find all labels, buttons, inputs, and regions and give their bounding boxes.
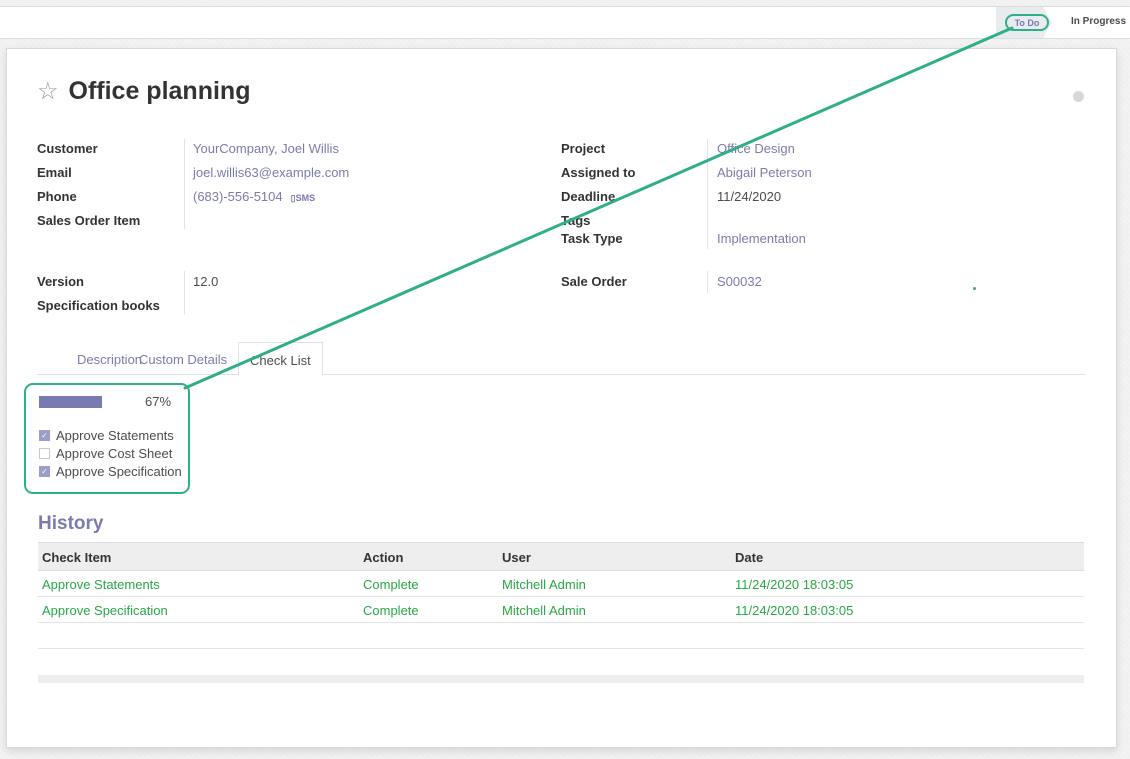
project-label: Project	[561, 141, 606, 156]
tags-label: Tags	[561, 213, 591, 228]
cell-action: Complete	[363, 603, 419, 618]
highlight-box	[24, 383, 190, 494]
cell-check-item: Approve Specification	[42, 603, 168, 618]
sms-label: SMS	[295, 193, 316, 203]
tab-custom-details[interactable]: Custom Details	[139, 342, 227, 375]
title-row: ☆ Office planning	[37, 77, 250, 106]
notebook-tabs: Description Custom Details Check List	[37, 342, 1085, 376]
history-title: History	[38, 513, 104, 534]
column-action[interactable]: Action	[363, 550, 403, 565]
table-row[interactable]: Approve Statements Complete Mitchell Adm…	[38, 571, 1084, 597]
cell-date: 11/24/2020 18:03:05	[735, 577, 854, 592]
task-type-label: Task Type	[561, 231, 623, 246]
form-sheet: ☆ Office planning Customer Email Phone S…	[6, 48, 1117, 748]
table-row-empty	[38, 623, 1084, 649]
field-separator	[707, 139, 708, 249]
sale-order-value[interactable]: S00032	[717, 274, 762, 289]
sms-button[interactable]: ▯SMS	[291, 193, 315, 203]
email-label: Email	[37, 165, 72, 180]
version-label: Version	[37, 274, 84, 289]
phone-value[interactable]: (683)-556-5104 ▯SMS	[193, 189, 315, 204]
spec-books-label: Specification books	[37, 298, 160, 313]
customer-label: Customer	[37, 141, 98, 156]
table-header: Check Item Action User Date	[38, 542, 1084, 571]
table-row[interactable]: Approve Specification Complete Mitchell …	[38, 597, 1084, 623]
cell-date: 11/24/2020 18:03:05	[735, 603, 854, 618]
kanban-state-dot[interactable]	[1073, 91, 1084, 102]
table-footer	[38, 675, 1084, 683]
deadline-value[interactable]: 11/24/2020	[717, 189, 781, 204]
customer-value[interactable]: YourCompany, Joel Willis	[193, 141, 339, 156]
email-value[interactable]: joel.willis63@example.com	[193, 165, 349, 180]
page-title: Office planning	[68, 77, 251, 105]
history-table: Check Item Action User Date Approve Stat…	[38, 542, 1084, 683]
cell-check-item: Approve Statements	[42, 577, 160, 592]
field-separator	[184, 139, 185, 229]
column-date[interactable]: Date	[735, 550, 763, 565]
version-value[interactable]: 12.0	[193, 274, 218, 289]
field-separator	[707, 271, 708, 293]
cell-user: Mitchell Admin	[502, 603, 586, 618]
task-type-value[interactable]: Implementation	[717, 231, 806, 246]
status-bar: To Do In Progress	[0, 6, 1130, 39]
marker-dot	[973, 287, 976, 290]
phone-number[interactable]: (683)-556-5104	[193, 189, 283, 204]
stage-todo[interactable]: To Do	[1005, 14, 1049, 31]
project-value[interactable]: Office Design	[717, 141, 795, 156]
tab-check-list[interactable]: Check List	[238, 342, 323, 376]
deadline-label: Deadline	[561, 189, 616, 204]
column-check-item[interactable]: Check Item	[42, 550, 111, 565]
sales-order-item-label: Sales Order Item	[37, 213, 141, 228]
assigned-to-label: Assigned to	[561, 165, 636, 180]
phone-label: Phone	[37, 189, 77, 204]
cell-user: Mitchell Admin	[502, 577, 586, 592]
tab-description[interactable]: Description	[77, 342, 142, 375]
column-user[interactable]: User	[502, 550, 531, 565]
star-outline-icon[interactable]: ☆	[37, 79, 59, 104]
assigned-to-value[interactable]: Abigail Peterson	[717, 165, 812, 180]
cell-action: Complete	[363, 577, 419, 592]
sale-order-label: Sale Order	[561, 274, 627, 289]
field-separator	[184, 271, 185, 315]
stage-in-progress[interactable]: In Progress	[1071, 16, 1126, 27]
